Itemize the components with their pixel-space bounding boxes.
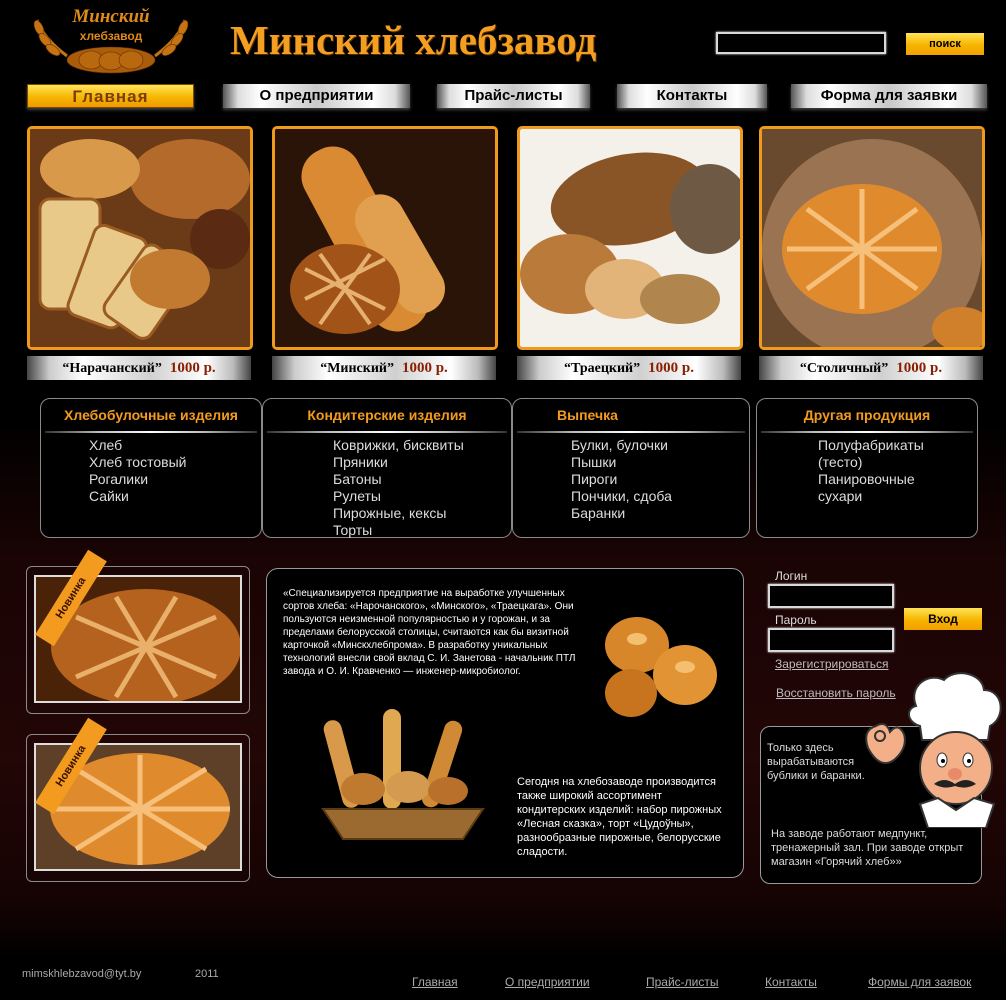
login-button[interactable]: Вход xyxy=(904,608,982,630)
list-item[interactable]: Рулеты xyxy=(333,488,464,505)
product-name: “Столичный” xyxy=(799,361,889,376)
list-item[interactable]: Батоны xyxy=(333,471,464,488)
footer-link-home[interactable]: Главная xyxy=(412,975,458,989)
category-title[interactable]: Кондитерские изделия xyxy=(263,407,511,423)
bread-basket-image xyxy=(321,709,485,840)
nav-order-form[interactable]: Форма для заявки xyxy=(791,84,987,108)
product-name: “Минский” xyxy=(320,361,394,376)
product-photo-traetsky[interactable] xyxy=(517,126,743,350)
list-item[interactable]: Рогалики xyxy=(89,471,186,488)
category-list: Хлеб Хлеб тостовый Рогалики Сайки xyxy=(89,437,186,505)
new-item-card-2[interactable]: Новинка xyxy=(26,717,250,882)
article-paragraph-2: Сегодня на хлебозаводе производится такж… xyxy=(517,776,722,858)
footer-link-prices[interactable]: Прайс-листы xyxy=(646,975,719,989)
search-input[interactable] xyxy=(716,32,886,54)
product-price: 1000 р. xyxy=(401,360,448,376)
list-item[interactable]: Пышки xyxy=(571,454,672,471)
category-list: Коврижки, бисквиты Пряники Батоны Рулеты… xyxy=(333,437,464,539)
login-label: Логин xyxy=(775,569,808,583)
category-list: Булки, булочки Пышки Пироги Пончики, сдо… xyxy=(571,437,672,522)
product-photo-minsky[interactable] xyxy=(272,126,498,350)
product-caption-3[interactable]: “Траецкий” 1000 р. xyxy=(517,356,741,380)
nav-prices[interactable]: Прайс-листы xyxy=(437,84,590,108)
category-other: Другая продукция Полуфабрикаты (тесто) П… xyxy=(756,398,978,538)
category-bakery: Хлебобулочные изделия Хлеб Хлеб тостовый… xyxy=(40,398,262,538)
list-item[interactable]: Пончики, сдоба xyxy=(571,488,672,505)
logo-line2: хлебзавод xyxy=(80,29,143,43)
list-item[interactable]: Полуфабрикаты xyxy=(818,437,924,454)
footer-link-about[interactable]: О предприятии xyxy=(505,975,590,989)
list-item[interactable]: Пряники xyxy=(333,454,464,471)
about-article: «Специализируется предприятие на выработ… xyxy=(266,568,744,878)
divider xyxy=(267,431,507,433)
list-item[interactable]: Баранки xyxy=(571,505,672,522)
category-pastry: Выпечка Булки, булочки Пышки Пироги Понч… xyxy=(512,398,750,538)
list-item[interactable]: Хлеб xyxy=(89,437,186,454)
list-item[interactable]: Панировочные xyxy=(818,471,924,488)
chef-illustration xyxy=(865,672,1002,828)
product-name: “Траецкий” xyxy=(564,361,641,376)
list-item[interactable]: (тесто) xyxy=(818,454,924,471)
nav-contacts[interactable]: Контакты xyxy=(617,84,767,108)
list-item[interactable]: Булки, булочки xyxy=(571,437,672,454)
list-item[interactable]: Пироги xyxy=(571,471,672,488)
divider xyxy=(45,431,257,433)
nav-about[interactable]: О предприятии xyxy=(223,84,410,108)
category-confectionery: Кондитерские изделия Коврижки, бисквиты … xyxy=(262,398,512,538)
product-caption-4[interactable]: “Столичный” 1000 р. xyxy=(759,356,983,380)
divider xyxy=(517,431,745,433)
password-input[interactable] xyxy=(768,628,894,652)
list-item[interactable]: Хлеб тостовый xyxy=(89,454,186,471)
list-item[interactable]: сухари xyxy=(818,488,924,505)
new-item-card-1[interactable]: Новинка xyxy=(26,549,250,714)
footer-year: 2011 xyxy=(195,968,219,980)
nav-home[interactable]: Главная xyxy=(27,84,194,108)
info-paragraph-2: На заводе работают медпункт, тренажерный… xyxy=(771,828,964,868)
category-title[interactable]: Выпечка xyxy=(557,407,749,423)
product-price: 1000 р. xyxy=(896,360,943,376)
list-item[interactable]: Торты xyxy=(333,522,464,539)
footer-link-order-forms[interactable]: Формы для заявок xyxy=(868,975,971,989)
divider xyxy=(761,431,973,433)
logo[interactable]: Минский хлебзавод xyxy=(25,2,197,80)
logo-line1: Минский xyxy=(71,6,149,27)
buns-image xyxy=(605,617,717,717)
product-caption-1[interactable]: “Нарачанский” 1000 р. xyxy=(27,356,251,380)
product-photo-stolichny[interactable] xyxy=(759,126,985,350)
article-paragraph-1: «Специализируется предприятие на выработ… xyxy=(283,588,576,677)
category-list: Полуфабрикаты (тесто) Панировочные сухар… xyxy=(818,437,924,505)
footer-email: mimskhlebzavod@tyt.by xyxy=(22,968,142,980)
password-label: Пароль xyxy=(775,613,817,627)
login-input[interactable] xyxy=(768,584,894,608)
product-price: 1000 р. xyxy=(648,360,694,376)
list-item[interactable]: Коврижки, бисквиты xyxy=(333,437,464,454)
list-item[interactable]: Сайки xyxy=(89,488,186,505)
product-name: “Нарачанский” xyxy=(62,361,162,376)
site-title: Минский хлебзавод xyxy=(230,17,597,63)
footer-link-contacts[interactable]: Контакты xyxy=(765,975,817,989)
list-item[interactable]: Пирожные, кексы xyxy=(333,505,464,522)
product-caption-2[interactable]: “Минский” 1000 р. xyxy=(272,356,496,380)
category-title[interactable]: Другая продукция xyxy=(757,407,977,423)
search-button[interactable]: поиск xyxy=(906,33,984,55)
product-photo-narachansky[interactable] xyxy=(27,126,253,350)
product-price: 1000 р. xyxy=(169,360,216,376)
category-title[interactable]: Хлебобулочные изделия xyxy=(41,407,261,423)
